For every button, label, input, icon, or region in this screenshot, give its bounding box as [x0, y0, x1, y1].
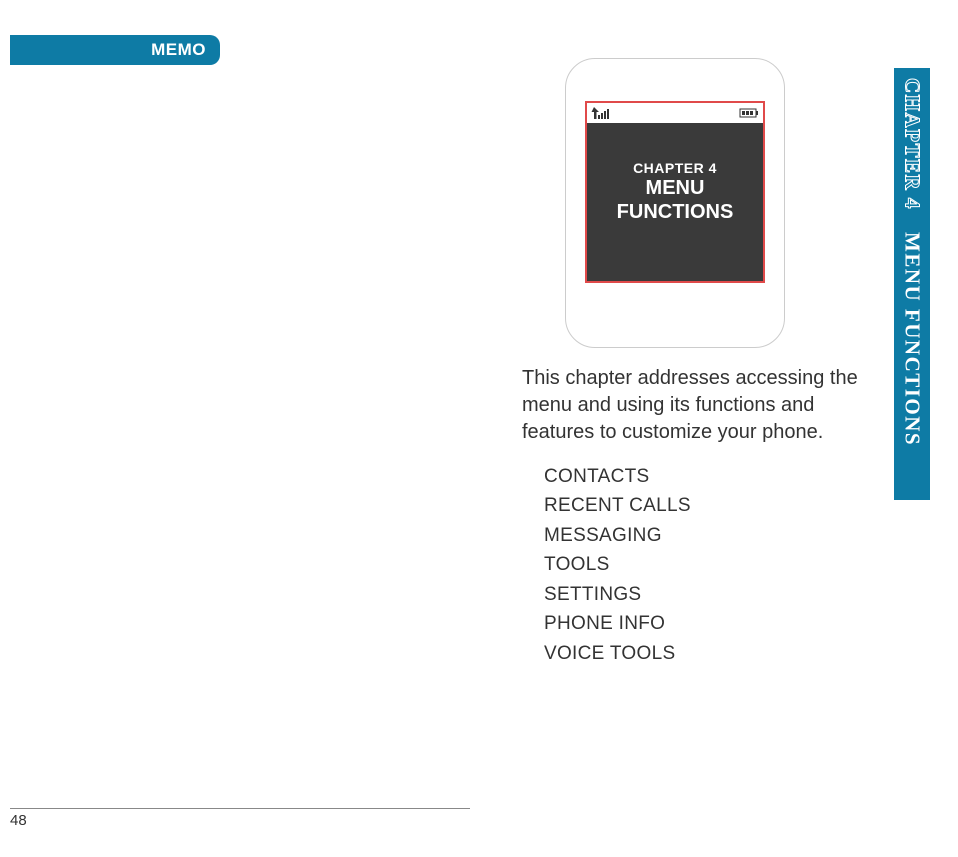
- list-item: MESSAGING: [544, 521, 892, 550]
- list-item: CONTACTS: [544, 462, 892, 491]
- sidebar-chapter-label: CHAPTER 4: [900, 78, 925, 210]
- list-item: SETTINGS: [544, 580, 892, 609]
- phone-device-outline: CHAPTER 4 MENU FUNCTIONS: [565, 58, 785, 348]
- signal-icon: [591, 107, 613, 119]
- page-number: 48: [10, 812, 27, 829]
- intro-paragraph: This chapter addresses accessing the men…: [522, 365, 892, 446]
- page-container: MEMO CHAPTER 4 MENU FUNCTIONS: [0, 0, 958, 857]
- sidebar-chapter-tab: CHAPTER 4 MENU FUNCTIONS: [894, 68, 930, 500]
- sidebar-chapter-title: MENU FUNCTIONS: [900, 232, 925, 446]
- phone-status-bar: [587, 103, 763, 123]
- list-item: VOICE TOOLS: [544, 639, 892, 668]
- menu-items-list: CONTACTS RECENT CALLS MESSAGING TOOLS SE…: [522, 462, 892, 668]
- memo-label: MEMO: [151, 40, 206, 60]
- content-area: This chapter addresses accessing the men…: [522, 365, 892, 668]
- footer-divider: [10, 808, 470, 809]
- list-item: RECENT CALLS: [544, 491, 892, 520]
- memo-tab: MEMO: [10, 35, 220, 65]
- screen-chapter-label: CHAPTER 4: [633, 160, 717, 176]
- battery-icon: [739, 108, 759, 118]
- phone-screen-content: CHAPTER 4 MENU FUNCTIONS: [587, 123, 763, 281]
- list-item: PHONE INFO: [544, 609, 892, 638]
- screen-chapter-title: MENU FUNCTIONS: [617, 176, 734, 224]
- list-item: TOOLS: [544, 550, 892, 579]
- phone-screen: CHAPTER 4 MENU FUNCTIONS: [585, 101, 765, 283]
